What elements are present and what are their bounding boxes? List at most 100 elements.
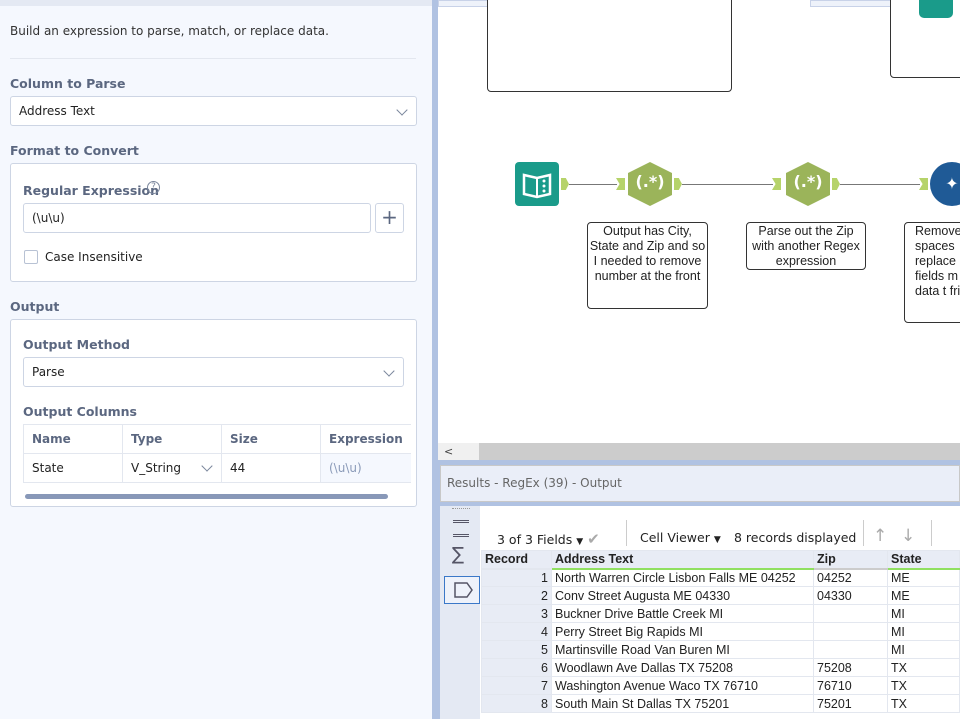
regex-tool-icon[interactable]: (.*) [786,162,830,206]
add-expression-button[interactable]: + [375,203,404,233]
cell-viewer-dropdown[interactable]: Cell Viewer ▼ [640,530,721,545]
output-label: Output [10,299,60,314]
table-row[interactable]: 8 South Main St Dallas TX 75201 75201 TX [481,694,960,713]
cell-address-text[interactable]: Conv Street Augusta ME 04330 [551,586,814,605]
cell-address-text[interactable]: North Warren Circle Lisbon Falls ME 0425… [551,568,814,587]
records-count: 8 records displayed [734,530,857,545]
cell-address-text[interactable]: South Main St Dallas TX 75201 [551,694,814,713]
cell-name[interactable]: State [23,453,123,483]
regex-input[interactable]: (\u\u) [23,203,371,233]
case-insensitive-label: Case Insensitive [45,250,143,264]
table-row[interactable]: 4 Perry Street Big Rapids MI MI [481,622,960,641]
cell-state[interactable]: MI [887,622,960,641]
cell-record[interactable]: 1 [481,568,552,587]
cell-state[interactable]: ME [887,586,960,605]
table-view-icon[interactable] [453,520,469,537]
arrow-up-icon[interactable]: ↑ [873,526,887,546]
chevron-down-icon [396,104,408,116]
connection [840,184,920,185]
cell-address-text[interactable]: Washington Avenue Waco TX 76710 [551,676,814,695]
column-to-parse-value: Address Text [19,104,95,118]
scroll-left-button[interactable]: < [438,443,479,460]
case-insensitive-checkbox[interactable] [24,250,38,264]
cell-record[interactable]: 6 [481,658,552,677]
col-header-name: Name [23,424,123,454]
results-side-toolbar: ∑ [440,506,480,719]
input-anchor[interactable] [772,178,781,190]
input-anchor[interactable] [919,178,928,190]
cell-record[interactable]: 3 [481,604,552,623]
output-columns-table: Name Type Size Expression State V_String 44 (\… [23,424,411,483]
table-row[interactable]: 7 Washington Avenue Waco TX 76710 76710 TX [481,676,960,695]
input-tool-icon[interactable] [919,0,953,18]
output-anchor[interactable] [561,178,569,190]
cell-record[interactable]: 5 [481,640,552,659]
help-icon[interactable]: ? [147,181,160,194]
results-title: Results - RegEx (39) - Output [440,465,960,502]
cell-zip[interactable] [813,640,888,659]
cell-state[interactable]: ME [887,568,960,587]
input-anchor[interactable] [616,178,625,190]
divider [863,520,864,546]
cell-address-text[interactable]: Martinsville Road Van Buren MI [551,640,814,659]
comment-note[interactable]: Remove spaces replace fields m data t fr… [904,222,960,323]
arrow-down-icon[interactable]: ↓ [901,526,915,546]
container-box[interactable] [487,0,732,92]
type-value: V_String [131,461,182,475]
cell-zip[interactable]: 04252 [813,568,888,587]
cell-zip[interactable]: 76710 [813,676,888,695]
cell-zip[interactable] [813,622,888,641]
input-data-tool-icon[interactable] [515,162,559,206]
table-row[interactable]: 2 Conv Street Augusta ME 04330 04330 ME [481,586,960,605]
cell-state[interactable]: MI [887,604,960,623]
table-row[interactable]: 3 Buckner Drive Battle Creek MI MI [481,604,960,623]
table-row[interactable]: 6 Woodlawn Ave Dallas TX 75208 75208 TX [481,658,960,677]
data-cleansing-tool-icon[interactable]: ✦ [930,162,960,206]
table-scrollbar[interactable] [25,494,388,499]
cell-zip[interactable]: 04330 [813,586,888,605]
column-to-parse-select[interactable]: Address Text [10,96,417,126]
results-panel: Results - RegEx (39) - Output ∑ 3 of 3 F… [438,460,960,719]
cell-state[interactable]: MI [887,640,960,659]
cell-address-text[interactable]: Woodlawn Ave Dallas TX 75208 [551,658,814,677]
fields-dropdown[interactable]: 3 of 3 Fields ▼ ✔ [497,530,600,548]
table-row[interactable]: 1 North Warren Circle Lisbon Falls ME 042… [481,568,960,587]
divider [10,58,416,59]
viewer-label: Cell Viewer [640,530,710,545]
cell-zip[interactable]: 75201 [813,694,888,713]
cell-zip[interactable]: 75208 [813,658,888,677]
cell-state[interactable]: TX [887,694,960,713]
output-anchor[interactable] [832,178,840,190]
cell-record[interactable]: 4 [481,622,552,641]
regex-tool-icon[interactable]: (.*) [628,162,672,206]
cell-size[interactable]: 44 [221,453,321,483]
cell-address-text[interactable]: Perry Street Big Rapids MI [551,622,814,641]
comment-note[interactable]: Parse out the Zip with another Regex exp… [746,222,866,270]
checkmark-icon[interactable]: ✔ [587,530,600,548]
table-row[interactable]: 5 Martinsville Road Van Buren MI MI [481,640,960,659]
output-method-select[interactable]: Parse [23,357,404,387]
cell-address-text[interactable]: Buckner Drive Battle Creek MI [551,604,814,623]
header-state[interactable]: State [887,550,960,570]
header-zip[interactable]: Zip [813,550,888,570]
col-header-size: Size [221,424,321,454]
cell-state[interactable]: TX [887,658,960,677]
type-select[interactable]: V_String [122,453,222,483]
header-record[interactable]: Record [481,550,552,570]
caret-down-icon: ▼ [713,535,721,545]
sum-icon[interactable]: ∑ [452,544,464,565]
cell-record[interactable]: 8 [481,694,552,713]
cell-record[interactable]: 2 [481,586,552,605]
workflow-canvas[interactable]: (.*) (.*) ✦ Output has City, State and Z… [438,0,960,443]
canvas-horizontal-scrollbar[interactable]: < [438,443,960,460]
cell-zip[interactable] [813,604,888,623]
comment-note[interactable]: Output has City, State and Zip and so I … [587,222,708,309]
output-method-label: Output Method [23,337,131,352]
divider [626,520,627,546]
cell-state[interactable]: TX [887,676,960,695]
grip-handle[interactable] [452,508,470,509]
tag-icon[interactable] [444,576,480,604]
cell-record[interactable]: 7 [481,676,552,695]
output-anchor[interactable] [674,178,682,190]
header-address-text[interactable]: Address Text [551,550,814,570]
